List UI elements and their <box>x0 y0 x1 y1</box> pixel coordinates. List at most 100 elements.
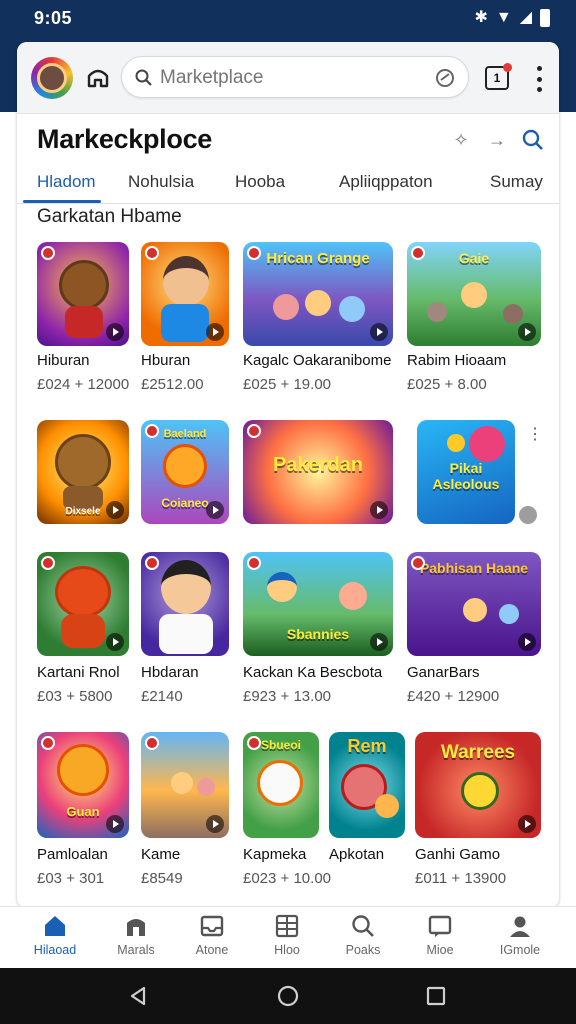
app-thumbnail[interactable]: Hrican Grange <box>243 242 393 346</box>
app-art-title: Gaie <box>458 250 490 266</box>
app-thumbnail[interactable] <box>141 732 229 838</box>
app-name: Ganhi Gamo <box>415 846 501 863</box>
nav-item-hloo[interactable]: Hloo <box>252 913 322 957</box>
app-thumbnail[interactable]: Dixsele <box>37 420 129 524</box>
tab-hladom[interactable]: Hladom <box>37 172 96 192</box>
tab-nohulsia[interactable]: Nohulsia <box>128 172 194 192</box>
app-thumbnail[interactable]: Gaie <box>407 242 541 346</box>
battery-icon <box>540 9 550 27</box>
app-price: £025 + 8.00 <box>407 376 487 393</box>
puzzle-icon[interactable]: ✧ <box>449 128 473 152</box>
tab-hooba[interactable]: Hooba <box>235 172 285 192</box>
tab-sumay[interactable]: Sumay <box>490 172 543 192</box>
store-icon <box>127 919 145 936</box>
signal-icon: ◢ <box>519 9 532 26</box>
nav-label: Hloo <box>274 943 300 957</box>
browser-toolbar: 1 <box>17 42 559 114</box>
arrow-icon[interactable]: → <box>485 128 509 152</box>
tab-apliiqppaton[interactable]: Apliiqppaton <box>339 172 433 192</box>
app-thumbnail[interactable] <box>37 242 129 346</box>
app-name: GanarBars <box>407 664 480 681</box>
app-price: £025 + 19.00 <box>243 376 332 393</box>
search-icon[interactable] <box>521 128 545 152</box>
app-price: £420 + 12900 <box>407 688 500 705</box>
search-icon <box>135 69 152 86</box>
nav-label: Hilaoad <box>33 943 77 957</box>
search-icon <box>352 915 374 937</box>
app-thumbnail[interactable]: Pabhisan Haane <box>407 552 541 656</box>
nav-label: Atone <box>195 943 229 957</box>
app-thumbnail[interactable]: Sbueoi <box>243 732 319 838</box>
more-menu-icon[interactable]: ⋮ <box>527 424 543 444</box>
app-art-title: Rem <box>347 736 387 756</box>
page-title: Markeckploce <box>37 124 212 154</box>
app-price: £923 + 13.00 <box>243 688 332 705</box>
app-name: Kagalc Oakaranibome <box>243 352 392 369</box>
home-icon[interactable] <box>85 64 111 90</box>
app-name: Kapmeka <box>243 846 307 863</box>
app-art-title: Pakerdan <box>272 454 364 476</box>
address-bar[interactable] <box>121 56 469 98</box>
tabs-count: 1 <box>493 71 501 85</box>
app-name: Kartani Rnol <box>37 664 120 681</box>
app-art-title: Pikai Asleolous <box>432 460 500 492</box>
nav-label: IGmole <box>499 943 541 957</box>
recents-icon[interactable] <box>424 984 448 1008</box>
nav-item-mioe[interactable]: Mioe <box>405 913 475 957</box>
app-name: Hiburan <box>37 352 90 369</box>
nav-label: Poaks <box>345 943 381 957</box>
nav-label: Marals <box>117 943 155 957</box>
category-tabs: Hladom Nohulsia Hooba Apliiqppaton Sumay <box>17 164 559 204</box>
app-price: £011 + 13900 <box>415 870 507 887</box>
back-icon[interactable] <box>126 984 150 1008</box>
home-icon <box>45 916 65 936</box>
app-thumbnail[interactable]: Pakerdan <box>243 420 393 524</box>
tab-indicator <box>23 200 101 203</box>
wifi-icon: ▼ <box>495 9 512 26</box>
nav-item-atone[interactable]: Atone <box>177 913 247 957</box>
app-art-title: Warrees <box>440 742 516 763</box>
app-thumbnail[interactable]: Warrees <box>415 732 541 838</box>
app-price: £2140 <box>141 688 183 705</box>
app-name: Hbdaran <box>141 664 199 681</box>
app-price: £024 + 12000 <box>37 376 130 393</box>
app-price: £8549 <box>141 870 183 887</box>
app-price: £03 + 5800 <box>37 688 113 705</box>
app-thumbnail[interactable] <box>37 552 129 656</box>
app-name: Pamloalan <box>37 846 108 863</box>
shield-icon[interactable] <box>434 67 456 89</box>
app-price: £2512.00 <box>141 376 204 393</box>
home-circle-icon[interactable] <box>276 984 300 1008</box>
app-thumbnail[interactable]: Sbannies <box>243 552 393 656</box>
app-name: Apkotan <box>329 846 385 863</box>
system-nav-bar <box>0 968 576 1024</box>
browser-window: 1 Markeckploce ✧ → Hladom Nohulsia Hooba… <box>17 42 559 908</box>
app-name: Kackan Ka Bescbota <box>243 664 383 681</box>
app-thumbnail[interactable] <box>141 552 229 656</box>
app-name: Hburan <box>141 352 191 369</box>
app-thumbnail[interactable]: Pikai Asleolous <box>417 420 515 524</box>
nav-label: Mioe <box>426 943 454 957</box>
section-title: Garkatan Hbame <box>37 206 182 227</box>
profile-icon <box>510 916 530 937</box>
header-actions: ✧ → <box>449 128 545 152</box>
app-name: Rabim Hioaam <box>407 352 507 369</box>
app-thumbnail[interactable]: Rem <box>329 732 405 838</box>
notification-dot <box>503 63 512 72</box>
tabs-button[interactable]: 1 <box>485 63 512 90</box>
message-icon <box>428 915 452 937</box>
avatar[interactable] <box>31 57 73 99</box>
app-art-title: Hrican Grange <box>266 250 370 267</box>
search-input[interactable] <box>160 63 430 93</box>
nav-item-home[interactable]: Hilaoad <box>20 913 90 957</box>
nav-item-marals[interactable]: Marals <box>101 913 171 957</box>
more-menu-icon[interactable] <box>529 66 549 92</box>
app-thumbnail[interactable]: Guan <box>37 732 129 838</box>
app-thumbnail[interactable]: Baeland Coianeo <box>141 420 229 524</box>
app-price: £03 + 301 <box>37 870 105 887</box>
nav-item-igmole[interactable]: IGmole <box>485 913 555 957</box>
app-thumbnail[interactable] <box>141 242 229 346</box>
app-price: £023 + 10.00 <box>243 870 332 887</box>
nav-item-poaks[interactable]: Poaks <box>328 913 398 957</box>
download-icon[interactable] <box>519 506 537 524</box>
